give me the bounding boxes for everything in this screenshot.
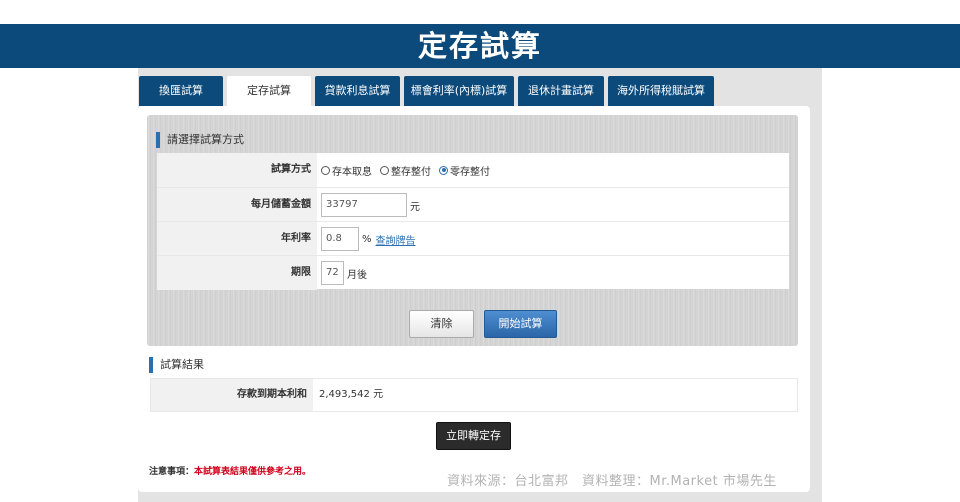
- page-banner: 定存試算: [0, 24, 960, 68]
- tab-overseas-income-tax[interactable]: 海外所得稅賦試算: [608, 76, 714, 106]
- radio-dot: [321, 165, 330, 175]
- period-label: 期限: [157, 256, 317, 290]
- tab-retirement-plan[interactable]: 退休計畫試算: [518, 76, 604, 106]
- start-calculation-button[interactable]: 開始試算: [484, 310, 557, 338]
- rate-unit: %: [362, 233, 372, 245]
- tab-time-deposit[interactable]: 定存試算: [227, 76, 311, 106]
- row-period: 期限 72 月後: [157, 255, 789, 290]
- input-form: 試算方式 存本取息 整存整付 零存整付 每月儲蓄金額 33797 元 年利率 0…: [157, 153, 789, 290]
- tab-bid-rate[interactable]: 標會利率(內標)試算: [404, 76, 514, 106]
- method-label: 試算方式: [157, 153, 317, 187]
- calculator-container: 換匯試算 定存試算 貸款利息試算 標會利率(內標)試算 退休計畫試算 海外所得稅…: [138, 68, 822, 502]
- row-monthly-amount: 每月儲蓄金額 33797 元: [157, 187, 789, 222]
- radio-interest-payout[interactable]: 存本取息: [321, 163, 372, 178]
- result-value: 2,493,542 元: [319, 389, 384, 400]
- transfer-to-deposit-button[interactable]: 立即轉定存: [436, 422, 511, 450]
- result-label: 存款到期本利和: [151, 379, 313, 411]
- row-method: 試算方式 存本取息 整存整付 零存整付: [157, 153, 789, 187]
- note-prefix: 注意事項：: [149, 467, 195, 477]
- result-row: 存款到期本利和 2,493,542 元: [150, 378, 798, 412]
- row-annual-rate: 年利率 0.8 % 查詢牌告: [157, 221, 789, 256]
- radio-lump-sum[interactable]: 整存整付: [380, 163, 431, 178]
- disclaimer-note: 注意事項：本試算表結果僅供參考之用。: [149, 464, 311, 477]
- tab-loan-interest[interactable]: 貸款利息試算: [315, 76, 400, 106]
- source-watermark: 資料來源：台北富邦 資料整理：Mr.Market 市場先生: [447, 474, 777, 489]
- period-input[interactable]: 72: [321, 261, 344, 285]
- radio-dot: [380, 165, 389, 175]
- radio-label: 整存整付: [391, 166, 431, 178]
- tab-currency-exchange[interactable]: 換匯試算: [139, 76, 223, 106]
- radio-dot-selected: [439, 165, 448, 175]
- period-unit: 月後: [347, 269, 367, 281]
- radio-installment[interactable]: 零存整付: [439, 163, 490, 178]
- clear-button[interactable]: 清除: [409, 310, 474, 338]
- note-text: 本試算表結果僅供參考之用。: [194, 467, 312, 477]
- monthly-amount-input[interactable]: 33797: [321, 193, 407, 217]
- calculator-panel: 請選擇試算方式 試算方式 存本取息 整存整付 零存整付 每月儲蓄金額 33797…: [138, 106, 810, 492]
- annual-rate-input[interactable]: 0.8: [321, 227, 359, 251]
- monthly-unit: 元: [410, 201, 420, 213]
- radio-label: 零存整付: [450, 166, 490, 178]
- section-title-result: 試算結果: [149, 357, 204, 373]
- rate-lookup-link[interactable]: 查詢牌告: [376, 232, 416, 247]
- monthly-amount-label: 每月儲蓄金額: [157, 188, 317, 222]
- section-title-method: 請選擇試算方式: [156, 132, 244, 148]
- input-section: 請選擇試算方式 試算方式 存本取息 整存整付 零存整付 每月儲蓄金額 33797…: [147, 115, 798, 346]
- radio-label: 存本取息: [332, 166, 372, 178]
- annual-rate-label: 年利率: [157, 222, 317, 256]
